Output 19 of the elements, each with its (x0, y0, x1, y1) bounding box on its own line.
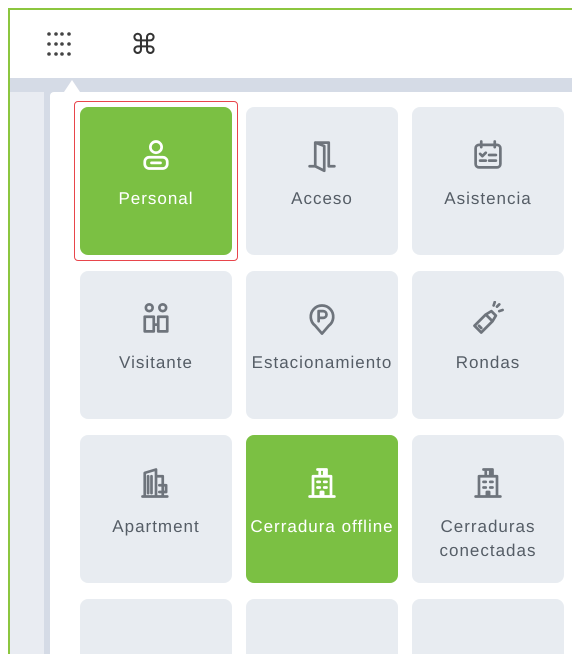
module-label: Personal (118, 188, 194, 210)
module-tile[interactable]: Rondas (412, 271, 564, 419)
module-tile[interactable]: Visitante (80, 271, 232, 419)
module-label: Cerradura offline (250, 516, 394, 538)
command-icon[interactable]: ⌘ (130, 28, 158, 60)
module-label: Apartment (112, 516, 200, 538)
module-label: Cerraduras conectadas (438, 516, 538, 562)
module-tile[interactable]: Asistencia (412, 107, 564, 255)
module-tile[interactable]: Acceso (246, 107, 398, 255)
module-label: Acceso (291, 188, 353, 210)
module-tile[interactable]: Estacionamiento (246, 271, 398, 419)
flashlight-icon (470, 301, 506, 337)
module-tile[interactable]: Apartment (80, 435, 232, 583)
module-label: Asistencia (444, 188, 532, 210)
module-label: Estacionamiento (252, 352, 392, 374)
module-label: Visitante (119, 352, 193, 374)
app-grid-icon[interactable] (46, 31, 72, 57)
module-tile[interactable]: Cerraduras conectadas (412, 435, 564, 583)
module-label: Rondas (456, 352, 520, 374)
